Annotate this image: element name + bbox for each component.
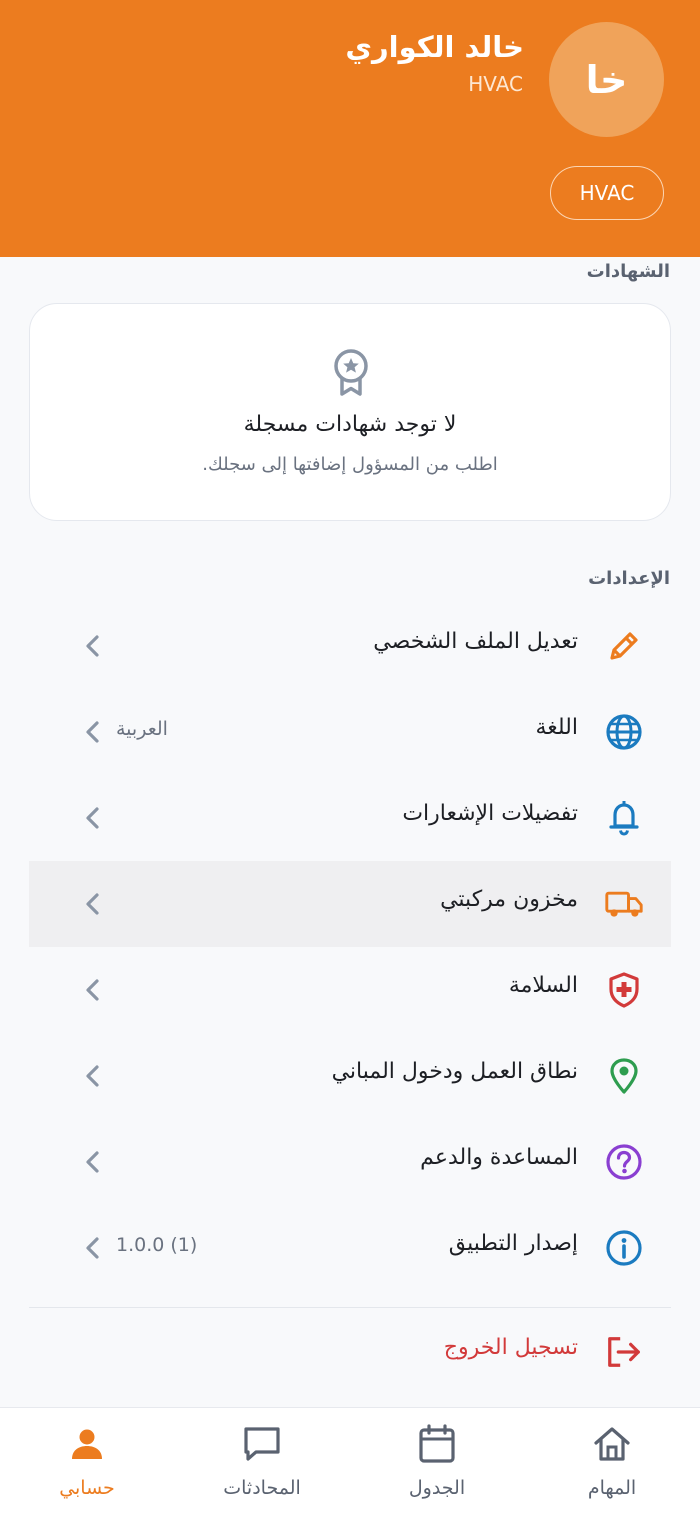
logout-button[interactable]: تسجيل الخروج: [29, 1309, 671, 1395]
settings-notifications[interactable]: تفضيلات الإشعارات: [29, 775, 671, 861]
chat-icon: [242, 1422, 282, 1466]
settings-item-label: السلامة: [508, 973, 578, 998]
settings-item-label: إصدار التطبيق: [448, 1231, 578, 1256]
nav-tab-tasks[interactable]: المهام: [552, 1422, 672, 1512]
certificates-empty-title: لا توجد شهادات مسجلة: [243, 412, 457, 437]
avatar: خا: [549, 22, 664, 137]
settings-edit-profile[interactable]: تعديل الملف الشخصي: [29, 603, 671, 689]
logout-icon: [605, 1333, 643, 1371]
settings-vehicle-inventory[interactable]: مخزون مركبتي: [29, 861, 671, 947]
certificates-section-title: الشهادات: [586, 261, 670, 282]
nav-tab-label: حسابي: [59, 1477, 115, 1499]
help-circle-icon: [605, 1143, 643, 1181]
info-icon: [605, 1229, 643, 1267]
chevron-left-icon: [86, 1237, 99, 1259]
nav-tab-label: المهام: [587, 1477, 637, 1499]
chevron-left-icon: [86, 1065, 99, 1087]
settings-section-title: الإعدادات: [588, 568, 670, 589]
language-value: العربية: [116, 718, 168, 740]
award-icon: [334, 349, 368, 396]
profile-header: خا خالد الكواري HVAC HVAC: [0, 0, 700, 257]
nav-tab-account[interactable]: حسابي: [27, 1422, 147, 1512]
chevron-left-icon: [86, 635, 99, 657]
nav-tab-label: المحادثات: [223, 1477, 301, 1499]
chevron-left-icon: [86, 1151, 99, 1173]
settings-work-scope[interactable]: نطاق العمل ودخول المباني: [29, 1033, 671, 1119]
settings-divider: [29, 1307, 671, 1308]
settings-item-label: اللغة: [535, 715, 578, 740]
settings-language[interactable]: اللغة العربية: [29, 689, 671, 775]
chevron-left-icon: [86, 807, 99, 829]
bell-icon: [605, 799, 643, 837]
app-version-value: 1.0.0 (1): [116, 1234, 198, 1256]
chevron-left-icon: [86, 893, 99, 915]
settings-item-label: مخزون مركبتي: [440, 887, 578, 912]
shield-plus-icon: [605, 971, 643, 1009]
bottom-nav: حسابي المحادثات الجدول المهام: [0, 1407, 700, 1515]
chevron-left-icon: [86, 721, 99, 743]
settings-help-support[interactable]: المساعدة والدعم: [29, 1119, 671, 1205]
pencil-icon: [605, 627, 643, 665]
map-pin-icon: [605, 1057, 643, 1095]
settings-item-label: نطاق العمل ودخول المباني: [331, 1059, 578, 1084]
truck-icon: [605, 885, 643, 923]
certificates-empty-subtitle: اطلب من المسؤول إضافتها إلى سجلك.: [202, 454, 498, 475]
chevron-left-icon: [86, 979, 99, 1001]
certificates-empty-card: لا توجد شهادات مسجلة اطلب من المسؤول إضا…: [29, 303, 671, 521]
calendar-icon: [417, 1422, 457, 1466]
settings-item-label: المساعدة والدعم: [420, 1145, 578, 1170]
home-icon: [592, 1422, 632, 1466]
settings-safety[interactable]: السلامة: [29, 947, 671, 1033]
user-role: HVAC: [468, 72, 523, 96]
globe-icon: [605, 713, 643, 751]
settings-item-label: تفضيلات الإشعارات: [402, 801, 578, 826]
logout-label: تسجيل الخروج: [443, 1335, 578, 1360]
nav-tab-schedule[interactable]: الجدول: [377, 1422, 497, 1512]
nav-tab-chats[interactable]: المحادثات: [202, 1422, 322, 1512]
role-chip[interactable]: HVAC: [550, 166, 664, 220]
user-name: خالد الكواري: [345, 30, 524, 64]
user-icon: [67, 1422, 107, 1466]
settings-app-version[interactable]: إصدار التطبيق 1.0.0 (1): [29, 1205, 671, 1291]
nav-tab-label: الجدول: [408, 1477, 466, 1499]
settings-item-label: تعديل الملف الشخصي: [373, 629, 578, 654]
